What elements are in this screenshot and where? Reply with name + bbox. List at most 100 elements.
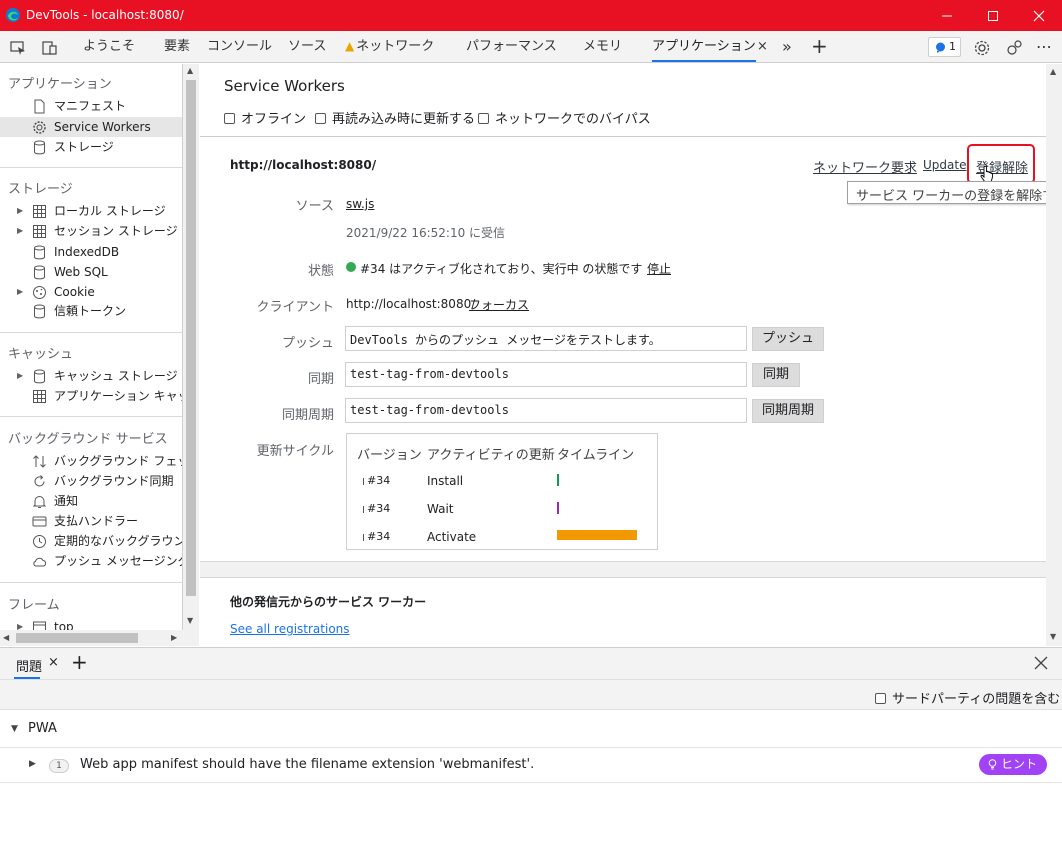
focus-link[interactable]: フォーカス xyxy=(469,296,529,313)
checkbox-icon[interactable] xyxy=(875,693,886,704)
tab-performance[interactable]: パフォーマンス xyxy=(466,31,557,62)
section-cache: キャッシュ xyxy=(8,347,74,362)
tab-network[interactable]: ▲ ネットワーク xyxy=(345,31,434,62)
update-on-reload-checkbox[interactable]: 再読み込み時に更新する xyxy=(315,108,475,127)
collapse-arrow-icon[interactable]: ▼ xyxy=(11,724,18,734)
periodic-sync-button[interactable]: 同期周期 xyxy=(752,399,824,423)
maximize-button[interactable] xyxy=(970,0,1016,31)
expand-arrow-icon[interactable]: ▶ xyxy=(17,617,23,630)
expand-arrow-icon[interactable]: ▶ xyxy=(17,221,23,241)
close-drawer-icon[interactable] xyxy=(1034,656,1048,670)
expand-tick-icon[interactable] xyxy=(363,478,364,485)
sidebar-item-session-storage[interactable]: ▶ セッション ストレージ xyxy=(0,221,182,241)
gear-icon xyxy=(32,120,47,135)
device-toolbar-icon[interactable] xyxy=(41,39,59,57)
sidebar-item-local-storage[interactable]: ▶ ローカル ストレージ xyxy=(0,201,182,221)
sidebar-item-web-sql[interactable]: Web SQL xyxy=(0,262,182,282)
timeline-bar xyxy=(557,474,559,486)
sidebar-item-service-workers[interactable]: Service Workers xyxy=(0,117,182,137)
more-tabs-icon[interactable]: » xyxy=(782,31,792,62)
expand-arrow-icon[interactable]: ▶ xyxy=(29,759,36,769)
sidebar-item-periodic-sync[interactable]: 定期的なバックグラウンド同期 xyxy=(0,531,182,551)
tab-sources[interactable]: ソース xyxy=(288,31,326,62)
sidebar-item-payment-handler[interactable]: 支払ハンドラー xyxy=(0,511,182,531)
source-link[interactable]: sw.js xyxy=(346,197,374,211)
push-button[interactable]: プッシュ xyxy=(752,327,824,351)
sidebar-horizontal-scrollbar[interactable]: ◀ ▶ xyxy=(0,630,199,646)
sidebar-vertical-scrollbar[interactable]: ▲ ▼ xyxy=(183,64,199,630)
update-link[interactable]: Update xyxy=(923,158,966,172)
sidebar-item-notifications[interactable]: 通知 xyxy=(0,491,182,511)
customize-icon[interactable] xyxy=(1005,39,1023,57)
scroll-up-icon[interactable]: ▲ xyxy=(1050,67,1056,76)
scroll-down-icon[interactable]: ▼ xyxy=(187,616,193,625)
sidebar-item-background-fetch[interactable]: バックグラウンド フェッチ xyxy=(0,451,182,471)
third-party-checkbox[interactable]: サードパーティの問題を含む xyxy=(875,688,1060,707)
sidebar-item-storage[interactable]: ストレージ xyxy=(0,137,182,157)
settings-gear-icon[interactable] xyxy=(973,39,991,57)
push-input[interactable]: DevTools からのプッシュ メッセージをテストします。 xyxy=(345,326,747,351)
sidebar-item-application-cache[interactable]: アプリケーション キャッシュ xyxy=(0,386,182,406)
scrollbar-thumb[interactable] xyxy=(186,80,196,596)
expand-tick-icon[interactable] xyxy=(363,506,364,513)
sidebar-label: アプリケーション キャッシュ xyxy=(54,389,182,403)
network-requests-link[interactable]: ネットワーク要求 xyxy=(813,157,917,176)
close-window-button[interactable] xyxy=(1016,0,1062,31)
sidebar-item-indexeddb[interactable]: IndexedDB xyxy=(0,242,182,262)
sidebar-item-top-frame[interactable]: ▶ top xyxy=(0,617,182,630)
issue-row[interactable]: ▶ 1 Web app manifest should have the fil… xyxy=(0,748,1062,783)
scroll-right-icon[interactable]: ▶ xyxy=(171,633,177,642)
table-row: #34 Install xyxy=(347,472,657,492)
tab-memory[interactable]: メモリ xyxy=(583,31,622,62)
sync-button[interactable]: 同期 xyxy=(752,363,800,387)
close-tab-icon[interactable]: × xyxy=(757,31,768,62)
periodic-sync-input[interactable]: test-tag-from-devtools xyxy=(345,398,747,423)
add-tab-icon[interactable]: + xyxy=(811,31,828,62)
minimize-button[interactable] xyxy=(924,0,970,31)
add-drawer-tab-icon[interactable]: + xyxy=(71,650,88,674)
bypass-network-checkbox[interactable]: ネットワークでのバイパス xyxy=(478,108,651,127)
sidebar-label: セッション ストレージ xyxy=(54,224,178,238)
sidebar-item-background-sync[interactable]: バックグラウンド同期 xyxy=(0,471,182,491)
checkbox-icon[interactable] xyxy=(315,113,326,124)
database-icon xyxy=(32,140,47,155)
checkbox-icon[interactable] xyxy=(224,113,235,124)
issues-badge-button[interactable]: 1 xyxy=(928,37,961,57)
sidebar-item-cookie[interactable]: ▶ Cookie xyxy=(0,282,182,302)
expand-arrow-icon[interactable]: ▶ xyxy=(17,366,23,386)
stop-link[interactable]: 停止 xyxy=(647,260,671,277)
divider xyxy=(0,332,182,333)
expand-tick-icon[interactable] xyxy=(363,534,364,541)
status-label: 状態 xyxy=(307,264,334,279)
see-all-registrations-link[interactable]: See all registrations xyxy=(230,622,350,636)
lightbulb-icon xyxy=(988,759,997,770)
sidebar-item-push-messaging[interactable]: プッシュ メッセージング xyxy=(0,551,182,571)
tab-console[interactable]: コンソール xyxy=(207,31,272,62)
inspect-element-icon[interactable] xyxy=(9,39,27,57)
main-vertical-scrollbar[interactable]: ▲ ▼ xyxy=(1046,64,1062,646)
sidebar-label: ストレージ xyxy=(54,140,114,154)
tab-welcome[interactable]: ようこそ xyxy=(83,31,135,62)
sidebar-item-manifest[interactable]: マニフェスト xyxy=(0,96,182,116)
scrollbar-thumb[interactable] xyxy=(16,633,138,643)
issue-group-pwa[interactable]: ▼ PWA xyxy=(0,711,1062,748)
tab-elements[interactable]: 要素 xyxy=(164,31,190,62)
scroll-left-icon[interactable]: ◀ xyxy=(3,633,9,642)
service-workers-panel: Service Workers オフライン 再読み込み時に更新する ネットワーク… xyxy=(200,64,1046,646)
warning-icon: ▲ xyxy=(345,39,355,53)
tab-application[interactable]: アプリケーション xyxy=(652,31,756,62)
sidebar-item-cache-storage[interactable]: ▶ キャッシュ ストレージ xyxy=(0,366,182,386)
expand-arrow-icon[interactable]: ▶ xyxy=(17,201,23,221)
scroll-down-icon[interactable]: ▼ xyxy=(1050,632,1056,641)
tab-issues[interactable]: 問題 xyxy=(16,656,42,675)
sidebar-item-trust-tokens[interactable]: 信頼トークン xyxy=(0,301,182,321)
offline-checkbox[interactable]: オフライン xyxy=(224,108,306,127)
more-options-icon[interactable]: ⋯ xyxy=(1036,31,1052,62)
expand-arrow-icon[interactable]: ▶ xyxy=(17,282,23,302)
scroll-up-icon[interactable]: ▲ xyxy=(187,66,193,75)
close-drawer-tab-icon[interactable]: × xyxy=(48,655,59,670)
sidebar-label: 信頼トークン xyxy=(54,304,127,318)
sync-input[interactable]: test-tag-from-devtools xyxy=(345,362,747,387)
checkbox-icon[interactable] xyxy=(478,113,489,124)
clock-icon xyxy=(32,534,47,549)
